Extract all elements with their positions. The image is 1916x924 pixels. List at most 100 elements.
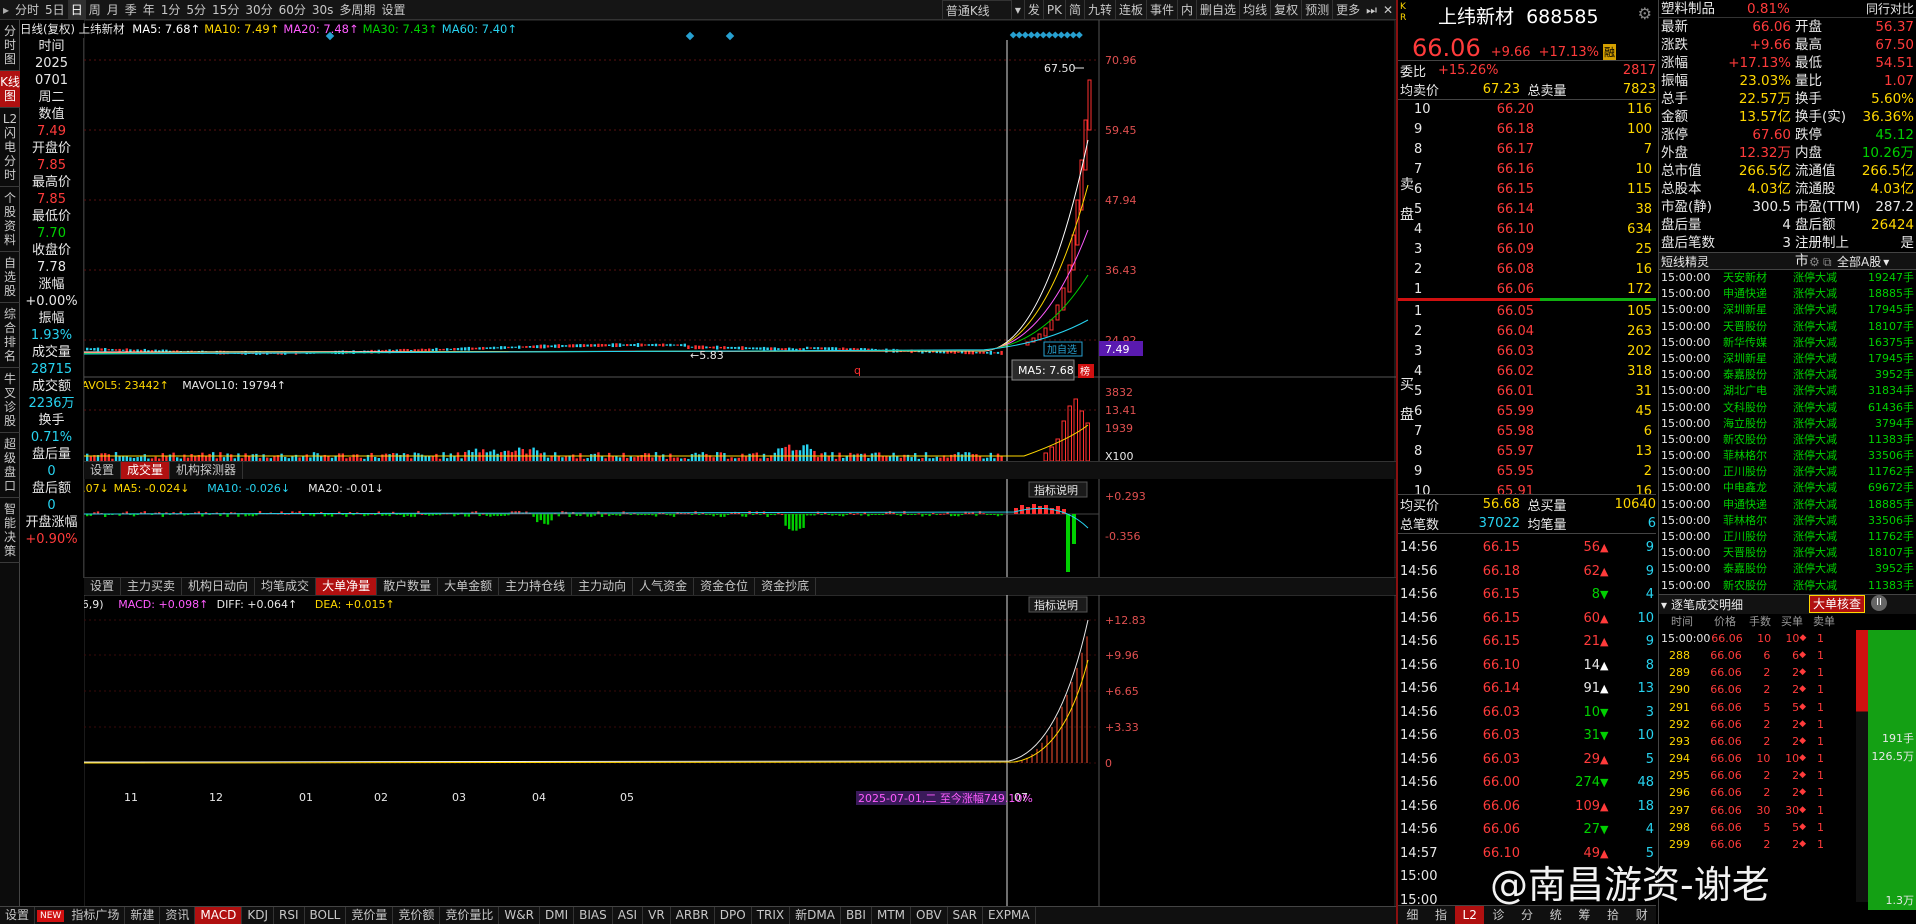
left-tab[interactable]: 分时图 xyxy=(0,20,20,71)
add-watchlist-label[interactable]: 加自选 xyxy=(1047,343,1077,356)
indicator-tab[interactable]: 大单金额 xyxy=(438,578,500,595)
broadcast-list[interactable]: 15:00:00 天安新材 涨停大减 19247手 15:00:00 申通快递 涨停大减 18… xyxy=(1659,270,1916,594)
bottom-indicator-tab[interactable]: BIAS xyxy=(574,907,613,924)
broadcast-settings-icon[interactable]: ⚙ xyxy=(1809,253,1823,269)
broadcast-row[interactable]: 15:00:00 湖北广电 涨停大减 31834手 xyxy=(1659,383,1916,399)
broadcast-row[interactable]: 15:00:00 正川股份 涨停大减 11762手 xyxy=(1659,464,1916,480)
detail-list[interactable]: 15:00:00 66.06 10 10 ◆ 1 288 66.06 6 6 ◆ 1 289 66.06 2… xyxy=(1659,630,1824,853)
indicator-tab[interactable]: 散户数量 xyxy=(377,578,439,595)
event-marker[interactable] xyxy=(685,31,695,41)
broadcast-popout-icon[interactable]: ⧉ xyxy=(1823,253,1837,269)
indicator-tab[interactable]: 资金抄底 xyxy=(755,578,817,595)
indicator-tab[interactable]: 人气资金 xyxy=(633,578,695,595)
bottom-indicator-tab[interactable]: DMI xyxy=(540,907,575,924)
bottom-indicator-tab[interactable]: 指标广场 xyxy=(66,907,126,924)
toolbar-button[interactable]: 连板 xyxy=(1115,0,1146,19)
left-tab[interactable]: 个股资料 xyxy=(0,187,20,252)
broadcast-filter[interactable]: 全部A股 xyxy=(1837,253,1881,269)
detail-row[interactable]: 289 66.06 2 2 ◆ 1 xyxy=(1659,664,1824,681)
period-tab[interactable]: 年 xyxy=(140,0,158,19)
order-book-row[interactable]: 3 66.03 202 xyxy=(1414,342,1654,362)
indicator-tab[interactable]: 设置 xyxy=(84,578,122,595)
toolbar-button[interactable]: 事件 xyxy=(1146,0,1177,19)
indicator-tab[interactable]: 资金仓位 xyxy=(694,578,756,595)
order-book-row[interactable]: 7 65.98 6 xyxy=(1414,422,1654,442)
detail-row[interactable]: 297 66.06 30 30 ◆ 1 xyxy=(1659,802,1824,819)
order-book-row[interactable]: 9 65.95 2 xyxy=(1414,462,1654,482)
tick-row[interactable]: 14:56 66.03 31 ▼ 10 xyxy=(1398,724,1656,748)
toolbar-button[interactable]: PK xyxy=(1042,0,1065,19)
order-book-row[interactable]: 1 66.05 105 xyxy=(1414,302,1654,322)
broadcast-row[interactable]: 15:00:00 泰嘉股份 涨停大减 3952手 xyxy=(1659,561,1916,577)
toolbar-menu-icon[interactable]: ▸ xyxy=(0,0,12,19)
period-tab[interactable]: 分时 xyxy=(12,0,42,19)
bottom-indicator-tab[interactable]: BOLL xyxy=(305,907,347,924)
close-icon[interactable]: ✕ xyxy=(1380,0,1396,19)
order-book-row[interactable]: 8 65.97 13 xyxy=(1414,442,1654,462)
broadcast-row[interactable]: 15:00:00 天安新材 涨停大减 19247手 xyxy=(1659,270,1916,286)
broadcast-row[interactable]: 15:00:00 新农股份 涨停大减 11383手 xyxy=(1659,432,1916,448)
bottom-indicator-tab[interactable]: 竞价量 xyxy=(346,907,394,924)
toolbar-button[interactable]: 复权 xyxy=(1270,0,1301,19)
toolbar-button[interactable]: 发 xyxy=(1023,0,1043,19)
quote-tab[interactable]: 指 xyxy=(1427,906,1456,924)
period-tab[interactable]: 5分 xyxy=(183,0,209,19)
chevron-down-icon[interactable]: ▾ xyxy=(1883,253,1889,269)
detail-row[interactable]: 293 66.06 2 2 ◆ 1 xyxy=(1659,733,1824,750)
broadcast-row[interactable]: 15:00:00 新农股份 涨停大减 11383手 xyxy=(1659,578,1916,594)
bottom-indicator-tab[interactable]: 设置 xyxy=(0,907,36,924)
bottom-indicator-tab[interactable]: EXPMA xyxy=(983,907,1036,924)
bottom-indicator-tab[interactable]: KDJ xyxy=(242,907,275,924)
indicator-tab[interactable]: 主力持仓线 xyxy=(499,578,573,595)
bottom-indicator-tab[interactable]: 资讯 xyxy=(160,907,196,924)
broadcast-row[interactable]: 15:00:00 正川股份 涨停大减 11762手 xyxy=(1659,529,1916,545)
tick-row[interactable]: 14:56 66.00 274 ▼ 48 xyxy=(1398,771,1656,795)
bottom-indicator-tab[interactable]: 新建 xyxy=(125,907,161,924)
big-order-button[interactable]: 大单核查 xyxy=(1809,594,1866,613)
macd-explain-label[interactable]: 指标说明 xyxy=(1034,598,1078,612)
bottom-indicator-tab[interactable]: 竞价额 xyxy=(393,907,441,924)
period-tab[interactable]: 30s xyxy=(309,0,337,19)
toolbar-button[interactable]: 删自选 xyxy=(1196,0,1239,19)
event-marker[interactable] xyxy=(1075,31,1083,39)
left-tab[interactable]: 牛叉诊股 xyxy=(0,368,20,433)
left-tab[interactable]: 超级盘口 xyxy=(0,433,20,498)
order-book-row[interactable]: 2 66.04 263 xyxy=(1414,322,1654,342)
left-tab[interactable]: K线图 xyxy=(0,71,20,108)
bottom-indicator-tab[interactable]: MACD xyxy=(195,907,243,924)
order-book-row[interactable]: 6 66.15 115 xyxy=(1414,180,1654,200)
bottom-indicator-tab[interactable]: RSI xyxy=(274,907,305,924)
period-tab[interactable]: 60分 xyxy=(276,0,309,19)
detail-row[interactable]: 294 66.06 10 10 ◆ 1 xyxy=(1659,750,1824,767)
broadcast-row[interactable]: 15:00:00 中电鑫龙 涨停大减 69672手 xyxy=(1659,480,1916,496)
period-tab[interactable]: 1分 xyxy=(158,0,184,19)
bottom-indicator-tab[interactable]: 新DMA xyxy=(790,907,841,924)
tick-row[interactable]: 14:56 66.14 91 ▲ 13 xyxy=(1398,677,1656,701)
caret-icon[interactable]: ▾ xyxy=(1659,595,1671,614)
compare-link[interactable]: 同行对比 xyxy=(1813,0,1916,17)
broadcast-row[interactable]: 15:00:00 申通快递 涨停大减 18885手 xyxy=(1659,286,1916,302)
broadcast-row[interactable]: 15:00:00 海立股份 涨停大减 3794手 xyxy=(1659,416,1916,432)
tick-row[interactable]: 14:56 66.03 10 ▼ 3 xyxy=(1398,701,1656,725)
chevron-down-icon[interactable]: ▾ xyxy=(1012,0,1024,19)
indicator-tab[interactable]: 成交量 xyxy=(121,462,171,479)
tick-row[interactable]: 14:56 66.06 109 ▲ 18 xyxy=(1398,795,1656,819)
broadcast-row[interactable]: 15:00:00 文科股份 涨停大减 61436手 xyxy=(1659,400,1916,416)
period-tab[interactable]: 设置 xyxy=(378,0,408,19)
left-tab[interactable]: 综合排名 xyxy=(0,303,20,368)
toolbar-button[interactable]: 更多 xyxy=(1332,0,1363,19)
order-book-row[interactable]: 3 66.09 25 xyxy=(1414,240,1654,260)
indicator-tab[interactable]: 机构探测器 xyxy=(170,462,244,479)
event-marker[interactable] xyxy=(725,31,735,41)
left-tab[interactable]: 自选股 xyxy=(0,252,20,303)
broadcast-row[interactable]: 15:00:00 深圳新星 涨停大减 17945手 xyxy=(1659,351,1916,367)
quote-tab[interactable]: 细 xyxy=(1398,906,1427,924)
period-tab[interactable]: 周 xyxy=(86,0,104,19)
kline-type-select[interactable]: 普通K线 xyxy=(941,0,1012,19)
broadcast-row[interactable]: 15:00:00 天晋股份 涨停大减 18107手 xyxy=(1659,319,1916,335)
period-tab[interactable]: 15分 xyxy=(209,0,242,19)
order-book-row[interactable]: 6 65.99 45 xyxy=(1414,402,1654,422)
skip-forward-icon[interactable]: ⏭ xyxy=(1363,0,1380,19)
detail-row[interactable]: 298 66.06 5 5 ◆ 1 xyxy=(1659,819,1824,836)
quote-tab[interactable]: L2 xyxy=(1455,906,1485,924)
